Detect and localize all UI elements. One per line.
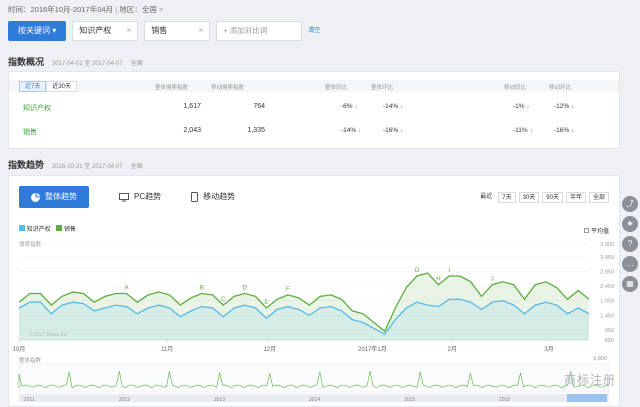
x-tick-label: 2017年1月 — [358, 345, 387, 353]
mini-year-label: 2015 — [404, 397, 415, 403]
trend-panel: 整体趋势 PC趋势 移动趋势 最近 7天 30天 90天 半年 全部 知识产权 … — [8, 175, 620, 407]
checkbox-icon[interactable] — [584, 228, 590, 233]
tab-pc[interactable]: PC趋势 — [119, 186, 161, 208]
side-toolbar: ⤴ ★ ? … ▦ — [622, 196, 640, 296]
keyword-box-2[interactable]: 销售 × — [144, 21, 211, 41]
event-marker: B — [200, 285, 204, 291]
down-arrow-icon: ↓ — [526, 103, 530, 110]
tab-overall[interactable]: 整体趋势 — [19, 186, 89, 208]
event-marker: E — [264, 300, 268, 306]
keyword-controls: 按关键词 ▾ 知识产权 × 销售 × + 添加对比词 清空 — [8, 21, 320, 41]
tab-mobile[interactable]: 移动趋势 — [191, 186, 235, 208]
y-tick-label: 2,950 — [600, 270, 614, 276]
y-tick-label: 2,450 — [600, 284, 614, 290]
trend-title: 指数趋势 — [8, 160, 45, 170]
trend-tabs: 整体趋势 PC趋势 移动趋势 — [19, 186, 235, 208]
y-tick-label: 1,950 — [600, 299, 614, 305]
scrollbar-handle[interactable] — [567, 394, 607, 402]
period-30d[interactable]: 近30天 — [46, 81, 78, 92]
event-marker: C — [221, 297, 226, 303]
x-tick-label: 10月 — [13, 346, 26, 353]
legend-swatch-1 — [19, 225, 25, 231]
grid-icon[interactable]: ▦ — [622, 276, 638, 292]
keyword-box-1[interactable]: 知识产权 × — [72, 21, 139, 41]
y-tick-label: 950 — [605, 328, 614, 334]
y-tick-label: 600 — [605, 338, 614, 344]
range-all[interactable]: 全部 — [588, 192, 609, 203]
share-icon[interactable]: ⤴ — [622, 196, 638, 212]
overview-panel: 近7天 近30天 整体搜索指数 移动搜索指数 整体同比 整体环比 移动同比 移动… — [8, 71, 620, 149]
down-arrow-icon: ↓ — [571, 103, 575, 110]
x-tick-label: 3月 — [544, 346, 553, 353]
close-icon[interactable]: × — [199, 22, 204, 40]
time-label: 时间：2016年10月-2017年04月 — [8, 5, 114, 14]
row-keyword-2[interactable]: 销售 — [23, 127, 37, 137]
y-tick-label: 1,450 — [600, 313, 614, 319]
chart-legend: 知识产权 销售 — [19, 224, 76, 233]
down-arrow-icon: ↓ — [354, 103, 358, 110]
down-arrow-icon: ↓ — [571, 127, 575, 134]
x-tick-label: 2月 — [448, 346, 457, 353]
y-tick-label: 3,900 — [600, 242, 614, 248]
mini-year-label: 2012 — [119, 397, 130, 403]
keyword-mode-button[interactable]: 按关键词 ▾ — [8, 21, 67, 41]
range-7d[interactable]: 7天 — [498, 192, 516, 203]
event-marker: I — [448, 268, 450, 274]
overview-table-head — [9, 80, 619, 92]
down-arrow-icon: ↓ — [400, 127, 404, 134]
mini-year-label: 2013 — [214, 397, 225, 403]
event-marker: G — [415, 268, 420, 274]
down-arrow-icon: ↓ — [358, 127, 362, 134]
event-marker: F — [286, 287, 290, 293]
clear-link[interactable]: 清空 — [308, 21, 320, 41]
star-icon[interactable]: ★ — [622, 216, 638, 232]
mini-year-label: 2014 — [309, 397, 320, 403]
event-marker: H — [436, 277, 440, 283]
close-icon[interactable]: × — [159, 5, 163, 14]
event-marker: A — [125, 285, 129, 291]
trend-chart[interactable]: 3,900 3,450 2,950 2,450 1,950 1,450 950 600 10月 1… — [9, 236, 619, 356]
overview-brush-chart[interactable]: 2011 2012 2013 2014 2015 2016 — [9, 362, 619, 406]
mini-year-label: 2011 — [24, 397, 35, 403]
monitor-icon — [119, 192, 129, 201]
mini-plot-area — [18, 363, 610, 393]
period-selector: 近7天 近30天 — [19, 81, 78, 92]
period-7d[interactable]: 近7天 — [19, 81, 47, 92]
row-keyword-1[interactable]: 知识产权 — [23, 103, 51, 113]
close-icon[interactable]: × — [127, 22, 132, 40]
range-selector: 最近 7天 30天 90天 半年 全部 — [477, 192, 609, 203]
down-arrow-icon: ↓ — [400, 103, 404, 110]
legend-label-1[interactable]: 知识产权 — [27, 227, 51, 233]
comment-icon[interactable]: … — [622, 256, 638, 272]
pie-icon — [31, 192, 40, 202]
y-tick-label: 3,450 — [600, 255, 614, 261]
overview-header: 指数概况 2017-04-01 至 2017-04-07 全国 — [8, 57, 143, 67]
legend-swatch-2 — [56, 225, 63, 231]
x-tick-label: 12月 — [263, 346, 276, 353]
phone-icon — [191, 192, 199, 202]
range-half-year[interactable]: 半年 — [565, 192, 586, 203]
mini-year-label: 2016 — [499, 397, 510, 403]
down-arrow-icon: ↓ — [529, 127, 533, 134]
legend-label-2[interactable]: 销售 — [64, 227, 76, 233]
filter-summary: 时间：2016年10月-2017年04月 | 地区：全国 × — [8, 5, 164, 14]
range-90d[interactable]: 90天 — [542, 192, 563, 203]
range-30d[interactable]: 30天 — [518, 192, 540, 203]
event-marker: D — [243, 285, 248, 291]
region-label: 地区：全国 — [119, 5, 157, 14]
x-tick-label: 11月 — [161, 346, 173, 353]
help-icon[interactable]: ? — [622, 236, 638, 252]
overview-title: 指数概况 — [8, 57, 45, 67]
watermark-text: 商标注册 — [563, 373, 616, 387]
trend-header: 指数趋势 2016-10-21 至 2017-04-07 全国 — [8, 160, 143, 170]
event-marker: J — [491, 277, 494, 283]
copyright-text: © 2017 Baidu Inc — [29, 331, 68, 338]
add-compare-input[interactable]: + 添加对比词 — [216, 21, 303, 41]
avg-toggle[interactable]: 平均值 — [584, 226, 609, 235]
